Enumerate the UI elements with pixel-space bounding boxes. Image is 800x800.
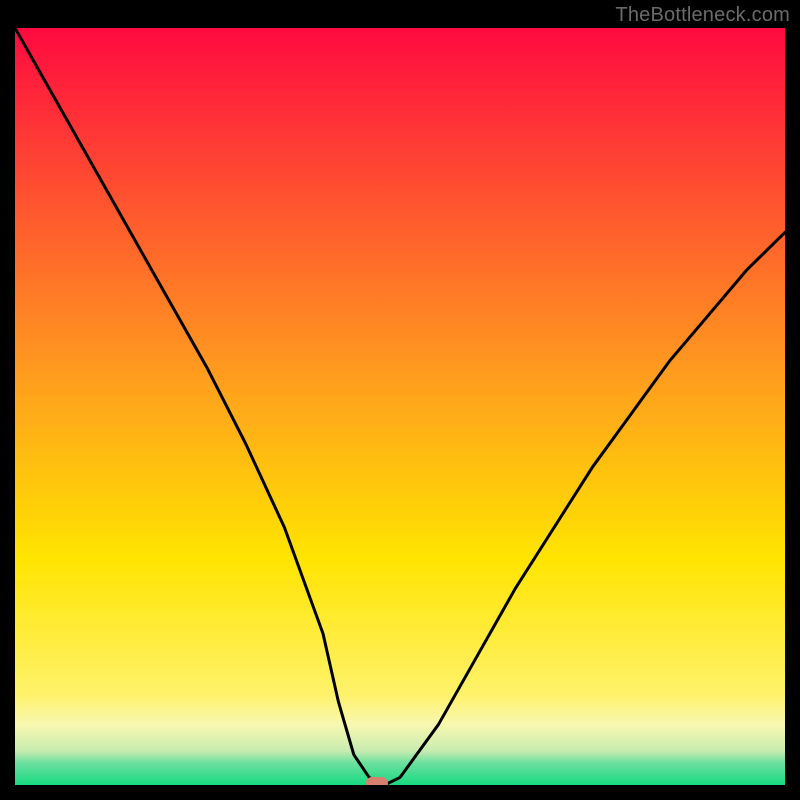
chart-container: TheBottleneck.com	[0, 0, 800, 800]
plot-area	[15, 28, 785, 785]
bottleneck-chart	[15, 28, 785, 785]
optimum-marker	[366, 777, 388, 785]
attribution-text: TheBottleneck.com	[615, 4, 790, 27]
